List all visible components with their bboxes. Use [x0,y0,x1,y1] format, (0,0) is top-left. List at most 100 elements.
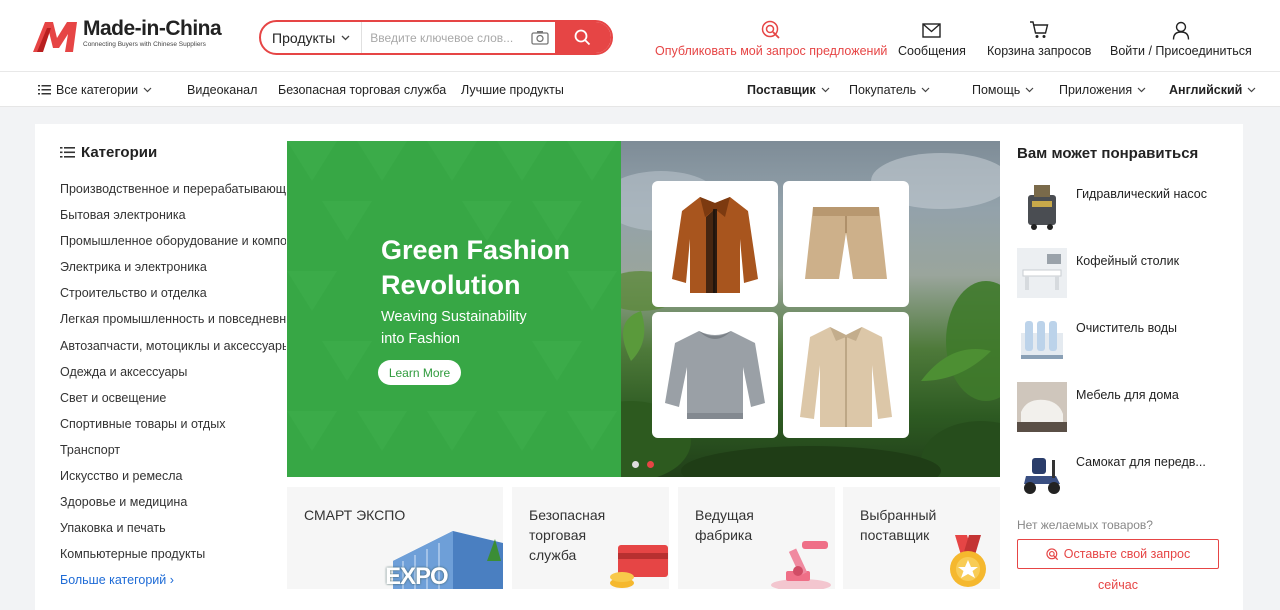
site-logo[interactable]: Made-in-China Connecting Buyers with Chi… [33,17,222,54]
shirt-icon [800,327,892,427]
request-now-text[interactable]: сейчас [1017,578,1219,592]
search-category-select[interactable]: Продукты [261,22,363,53]
recommend-item[interactable]: Очиститель воды [1017,315,1227,367]
product-card-sweatshirt[interactable] [652,312,778,438]
chevron-down-icon [921,87,930,92]
nav-help[interactable]: Помощь [972,72,1034,107]
banner-subtitle-line: into Fashion [381,331,460,347]
nav-video[interactable]: Видеоканал [187,72,257,107]
promo-label-line: торговая [529,527,587,543]
promo-label-line: поставщик [860,527,930,543]
recommend-item[interactable]: Кофейный столик [1017,248,1227,300]
target-icon [761,20,781,40]
category-item[interactable]: Спортивные товары и отдых [60,416,286,442]
nav-supplier[interactable]: Поставщик [747,72,830,107]
list-icon [38,84,51,94]
nav-help-label: Помощь [972,82,1021,97]
chevron-down-icon [1137,87,1146,92]
chevron-right-icon: › [169,573,174,587]
search-category-label: Продукты [272,29,336,46]
category-item[interactable]: Автозапчасти, мотоциклы и аксессуары [60,338,286,364]
camera-icon[interactable] [525,30,554,45]
search-input[interactable] [362,22,526,53]
promo-smart-expo[interactable]: СМАРТ ЭКСПО EXPO [287,487,503,589]
chevron-down-icon [143,87,152,92]
banner-photo [621,141,1000,477]
category-item[interactable]: Здоровье и медицина [60,494,286,520]
nav-all-categories-label: Все категории [56,82,139,97]
nav-language[interactable]: Английский [1169,72,1256,107]
banner-subtitle-line: Weaving Sustainability [381,309,527,325]
recommend-item[interactable]: Самокат для передв... [1017,449,1227,501]
messages-link[interactable]: Сообщения [898,20,966,58]
product-card-jacket[interactable] [652,181,778,307]
promo-leading-factory-label: Ведущая фабрика [695,505,754,545]
banner-pagination [632,461,654,468]
cart-icon [1029,20,1049,40]
recommend-item[interactable]: Мебель для дома [1017,382,1227,434]
categories-title-label: Категории [81,144,158,161]
learn-more-button[interactable]: Learn More [378,360,461,385]
product-card-shirt[interactable] [783,312,909,438]
nav-language-label: Английский [1169,82,1243,97]
main-nav: Все категории Видеоканал Безопасная торг… [0,72,1280,107]
mobility-scooter-icon [1017,449,1067,499]
category-item[interactable]: Транспорт [60,442,286,468]
banner-title: Green Fashion Revolution [381,233,570,303]
nav-apps-label: Приложения [1059,82,1133,97]
promo-chosen-supplier[interactable]: Выбранный поставщик [843,487,1000,589]
category-item[interactable]: Производственное и перерабатывающее обор… [60,181,286,207]
category-item[interactable]: Электрика и электроника [60,259,286,285]
promo-label-line: Ведущая [695,507,754,523]
category-item[interactable]: Искусство и ремесла [60,468,286,494]
leave-request-button[interactable]: Оставьте свой запрос [1017,539,1219,569]
brand-name: Made-in-China [83,17,222,40]
shorts-icon [805,207,887,279]
category-item[interactable]: Компьютерные продукты [60,546,286,572]
product-card-shorts[interactable] [783,181,909,307]
category-item[interactable]: Упаковка и печать [60,520,286,546]
category-item[interactable]: Промышленное оборудование и компоненты [60,233,286,259]
mail-icon [922,20,942,40]
coffee-table-icon [1017,248,1067,298]
chevron-down-icon [1247,87,1256,92]
recommend-item[interactable]: Гидравлический насос [1017,181,1227,233]
hydraulic-pump-icon [1017,181,1067,231]
promo-chosen-supplier-label: Выбранный поставщик [860,505,936,545]
jacket-icon [672,197,758,293]
banner-green-panel: Green Fashion Revolution Weaving Sustain… [287,141,621,477]
promo-leading-factory[interactable]: Ведущая фабрика [678,487,835,589]
post-request-link[interactable]: Опубликовать мой запрос предложений [655,20,887,58]
category-item[interactable]: Одежда и аксессуары [60,364,286,390]
chevron-down-icon [1025,87,1034,92]
banner-title-line: Revolution [381,270,521,300]
messages-label: Сообщения [898,44,966,58]
top-header: Made-in-China Connecting Buyers with Chi… [0,0,1280,72]
nav-best-products[interactable]: Лучшие продукты [461,72,564,107]
water-purifier-icon [1017,315,1067,365]
sofa-icon [1017,382,1067,432]
recommend-item-name: Кофейный столик [1076,254,1180,268]
nav-all-categories[interactable]: Все категории [38,72,152,107]
category-item[interactable]: Бытовая электроника [60,207,286,233]
robot-arm-icon [771,541,831,589]
search-button[interactable] [554,22,611,53]
category-item[interactable]: Свет и освещение [60,390,286,416]
category-item[interactable]: Легкая промышленность и повседневное исп… [60,311,286,337]
search-icon [574,29,591,46]
nav-buyer[interactable]: Покупатель [849,72,930,107]
login-link[interactable]: Войти / Присоединиться [1110,20,1252,58]
cart-link[interactable]: Корзина запросов [987,20,1091,58]
target-icon [1046,547,1058,560]
hero-banner[interactable]: Green Fashion Revolution Weaving Sustain… [287,141,1000,477]
banner-dot-2[interactable] [647,461,654,468]
credit-card-icon [610,545,668,588]
more-categories-link[interactable]: Больше категорий › [60,573,174,587]
category-item[interactable]: Строительство и отделка [60,285,286,311]
banner-dot-1[interactable] [632,461,639,468]
nav-secure-trade[interactable]: Безопасная торговая служба [278,72,446,107]
medal-icon [950,535,986,587]
promo-secure-trade[interactable]: Безопасная торговая служба [512,487,669,589]
nav-apps[interactable]: Приложения [1059,72,1146,107]
promo-secure-trade-label: Безопасная торговая служба [529,505,605,565]
